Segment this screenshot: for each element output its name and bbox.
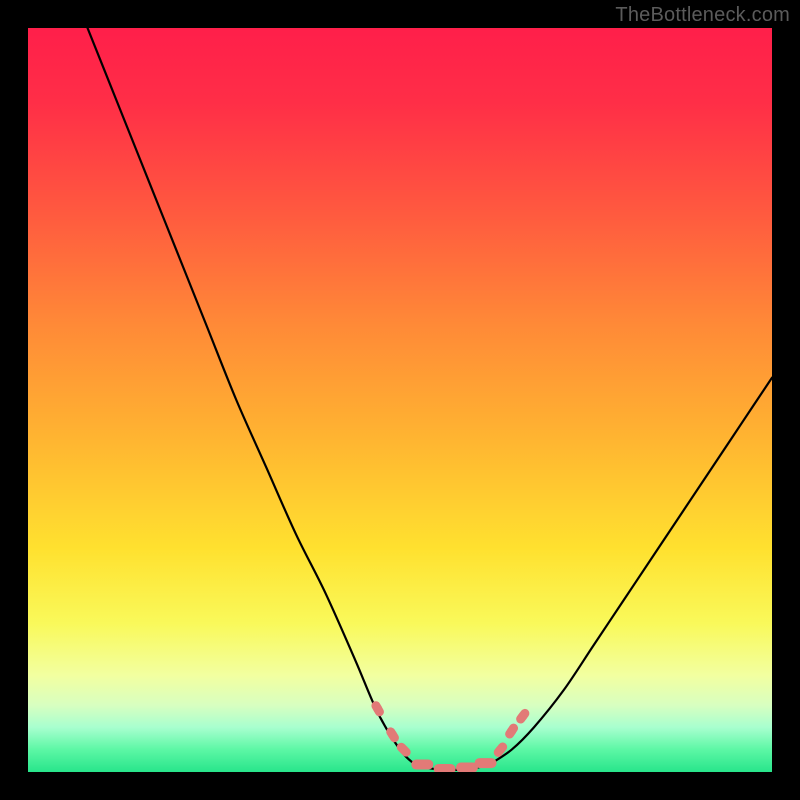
attribution-text: TheBottleneck.com	[615, 4, 790, 27]
valley-marker	[411, 760, 433, 770]
chart-svg	[28, 28, 772, 772]
gradient-background	[28, 28, 772, 772]
valley-marker	[434, 764, 456, 772]
slope-marker-dot	[399, 745, 408, 754]
valley-marker	[475, 758, 497, 768]
slope-marker-dot	[518, 712, 527, 721]
slope-marker-dot	[496, 745, 505, 754]
slope-marker-dot	[507, 727, 516, 736]
outer-frame: TheBottleneck.com	[0, 0, 800, 800]
slope-marker-dot	[388, 730, 397, 739]
slope-marker-dot	[373, 704, 382, 713]
plot-area	[28, 28, 772, 772]
